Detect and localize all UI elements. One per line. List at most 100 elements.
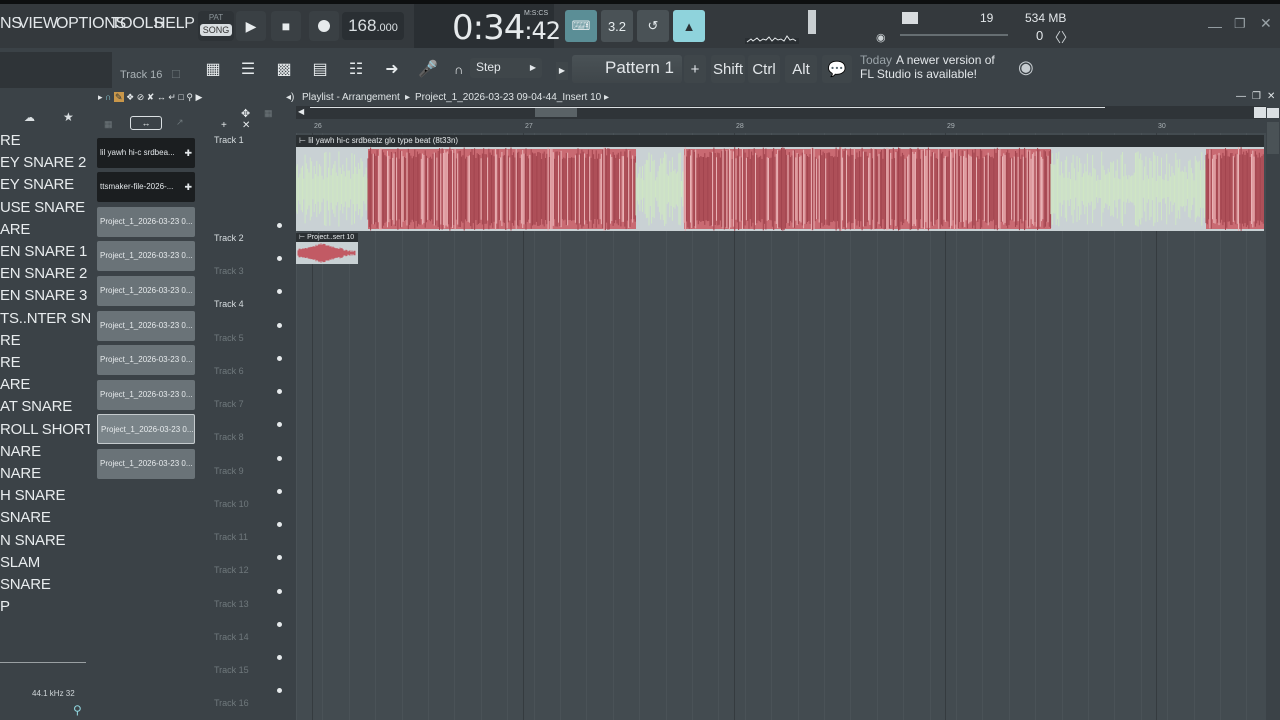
paint-icon[interactable]: ❖ (126, 92, 134, 102)
browser-item[interactable]: RE (0, 132, 21, 149)
stop-button[interactable]: ■ (271, 11, 301, 41)
alt-button[interactable]: Alt (785, 55, 817, 83)
pat-song-toggle[interactable]: PAT SONG (198, 11, 234, 41)
shift-button[interactable]: Shift (711, 55, 745, 83)
browser-button[interactable]: ▤ (306, 55, 334, 83)
picker-clip[interactable]: Project_1_2026-03-23 0... (97, 345, 195, 375)
ctrl-button[interactable]: Ctrl (748, 55, 780, 83)
picker-clip[interactable]: Project_1_2026-03-23 0... (97, 380, 195, 410)
eye-icon[interactable]: ◉ (876, 31, 886, 44)
playback-icon[interactable]: ▶ (195, 92, 202, 102)
track-name[interactable]: Track 13 (214, 599, 249, 609)
menu-help[interactable]: HELP (154, 15, 195, 33)
browser-item[interactable]: H SNARE (0, 487, 65, 504)
metronome-button[interactable]: ▲ (673, 10, 705, 42)
pattern-selector[interactable]: Pattern 1 (572, 55, 682, 83)
browser-item[interactable]: SLAM (0, 554, 40, 571)
playlist-window-button[interactable]: ▦ (199, 55, 227, 83)
pattern-clip-header[interactable]: ⊢ Project..sert 10 (296, 233, 358, 242)
track-name[interactable]: Track 15 (214, 665, 249, 675)
cloud-icon[interactable]: ☁ (24, 111, 35, 124)
browser-item[interactable]: SNARE (0, 576, 51, 593)
track-name[interactable]: Track 14 (214, 632, 249, 642)
audio-clip-header[interactable]: ⊢ lil yawh hi-c srdbeatz glo type beat (… (296, 135, 1264, 147)
track-mute-led[interactable] (277, 456, 282, 461)
browser-item[interactable]: SNARE (0, 509, 51, 526)
track-mute-led[interactable] (277, 422, 282, 427)
track-name[interactable]: Track 6 (214, 366, 244, 376)
track-mute-led[interactable] (277, 522, 282, 527)
track-mute-led[interactable] (277, 389, 282, 394)
tempo-display[interactable]: 168.000 (342, 12, 404, 40)
pattern-clip-waveform[interactable] (296, 242, 358, 264)
vscroll-up-icon[interactable] (1267, 108, 1279, 118)
browser-item[interactable]: USE SNARE (0, 199, 85, 216)
playlist-restore-icon[interactable]: ❐ (1252, 91, 1261, 102)
vscroll-thumb[interactable] (1267, 122, 1279, 154)
browser-item[interactable]: EN SNARE 3 (0, 287, 87, 304)
move-icon[interactable]: ✥ (241, 107, 250, 120)
countdown-button[interactable]: 3.2 (601, 10, 633, 42)
browser-item[interactable]: NARE (0, 443, 41, 460)
track-name[interactable]: Track 10 (214, 499, 249, 509)
zoom-icon[interactable]: ⚲ (186, 92, 193, 102)
search-icon[interactable]: ⚲ (73, 703, 82, 717)
picker-clip[interactable]: Project_1_2026-03-23 0... (97, 276, 195, 306)
browser-item[interactable]: AT SNARE (0, 398, 72, 415)
restore-icon[interactable]: ❐ (1234, 16, 1246, 32)
browser-item[interactable]: EN SNARE 2 (0, 265, 87, 282)
playlist-minimize-icon[interactable]: — (1236, 91, 1246, 102)
browser-item[interactable]: NARE (0, 465, 41, 482)
globe-icon[interactable]: ◉ (1018, 57, 1034, 78)
slip-icon[interactable]: ↔ (157, 92, 166, 102)
picker-clip[interactable]: Project_1_2026-03-23 0... (97, 414, 195, 444)
browser-item[interactable]: EN SNARE 1 (0, 243, 87, 260)
track-mute-led[interactable] (277, 655, 282, 660)
track-name[interactable]: Track 5 (214, 333, 244, 343)
picker-mode-button[interactable]: ↔ (130, 116, 162, 130)
pencil-icon[interactable]: ✎ (114, 92, 124, 102)
snap-selector[interactable]: Step ▶ (470, 58, 542, 78)
mute-icon[interactable]: ✘ (147, 92, 155, 102)
track-name[interactable]: Track 11 (214, 532, 248, 542)
picker-clip[interactable]: ttsmaker-file-2026-... ✚ (97, 172, 195, 202)
track-mute-led[interactable] (277, 289, 282, 294)
browser-item[interactable]: N SNARE (0, 532, 65, 549)
track-mute-led[interactable] (277, 489, 282, 494)
browser-item[interactable]: EY SNARE 2 (0, 154, 86, 171)
move-handle-icon[interactable]: ✚ (184, 138, 192, 168)
picker-clip[interactable]: Project_1_2026-03-23 0... (97, 207, 195, 237)
close-icon[interactable]: ✕ (1260, 15, 1272, 32)
track-name[interactable]: Track 12 (214, 565, 249, 575)
add-pattern-button[interactable]: + (684, 55, 706, 83)
star-icon[interactable]: ★ (63, 110, 74, 124)
select-icon[interactable]: □ (178, 92, 183, 102)
track-name[interactable]: Track 1 (214, 135, 244, 145)
piano-roll-button[interactable]: ▩ (270, 55, 298, 83)
track-name[interactable]: Track 4 (214, 299, 244, 309)
browser-item[interactable]: RE (0, 332, 21, 349)
scrollbar-thumb[interactable] (535, 108, 577, 117)
track-name[interactable]: Track 7 (214, 399, 244, 409)
audio-clip-waveform[interactable] (296, 147, 1264, 231)
record-button[interactable] (309, 11, 339, 41)
track-mute-led[interactable] (277, 622, 282, 627)
minimize-icon[interactable]: — (1208, 18, 1222, 34)
news-button[interactable]: 💬 (822, 55, 852, 83)
picker-grid-icon[interactable]: ▦ (104, 119, 113, 130)
track-name[interactable]: Track 8 (214, 432, 244, 442)
arrow-icon[interactable]: ▸ (98, 92, 103, 102)
master-slider-track[interactable] (900, 34, 1008, 36)
picker-resize-icon[interactable]: ↗ (176, 117, 184, 128)
arrow-right-button[interactable]: ➜ (378, 55, 406, 83)
magnet-icon[interactable]: ∩ (454, 62, 463, 77)
track-name[interactable]: Track 9 (214, 466, 244, 476)
picker-clip[interactable]: Project_1_2026-03-23 0... (97, 241, 195, 271)
track-name[interactable]: Track 2 (214, 233, 244, 243)
menu-view[interactable]: VIEW (18, 15, 58, 33)
browser-item[interactable]: RE (0, 354, 21, 371)
picker-clip[interactable]: Project_1_2026-03-23 0... (97, 311, 195, 341)
track-mute-led[interactable] (277, 223, 282, 228)
track-mute-led[interactable] (277, 688, 282, 693)
scroll-right-icon[interactable] (1254, 107, 1266, 118)
